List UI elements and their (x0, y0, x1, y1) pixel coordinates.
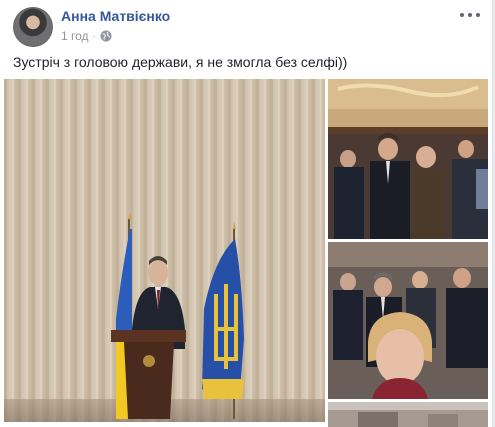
photo-crowd-hall[interactable] (328, 79, 488, 239)
globe-icon[interactable] (100, 30, 112, 42)
photo-partial[interactable] (328, 402, 488, 427)
photo-grid (0, 79, 492, 427)
author-name-link[interactable]: Анна Матвієнко (61, 8, 170, 24)
photo-selfie[interactable] (328, 242, 488, 399)
meta-separator: · (92, 30, 96, 42)
post-meta: 1 год · (61, 29, 112, 43)
post-timestamp-link[interactable]: 1 год (61, 29, 89, 43)
post-card: Анна Матвієнко 1 год · Зустріч з головою… (0, 0, 493, 427)
author-avatar[interactable] (13, 7, 53, 47)
photo-podium[interactable] (4, 79, 325, 422)
more-options-icon[interactable] (460, 8, 480, 22)
post-text: Зустріч з головою держави, я не змогла б… (13, 54, 348, 70)
